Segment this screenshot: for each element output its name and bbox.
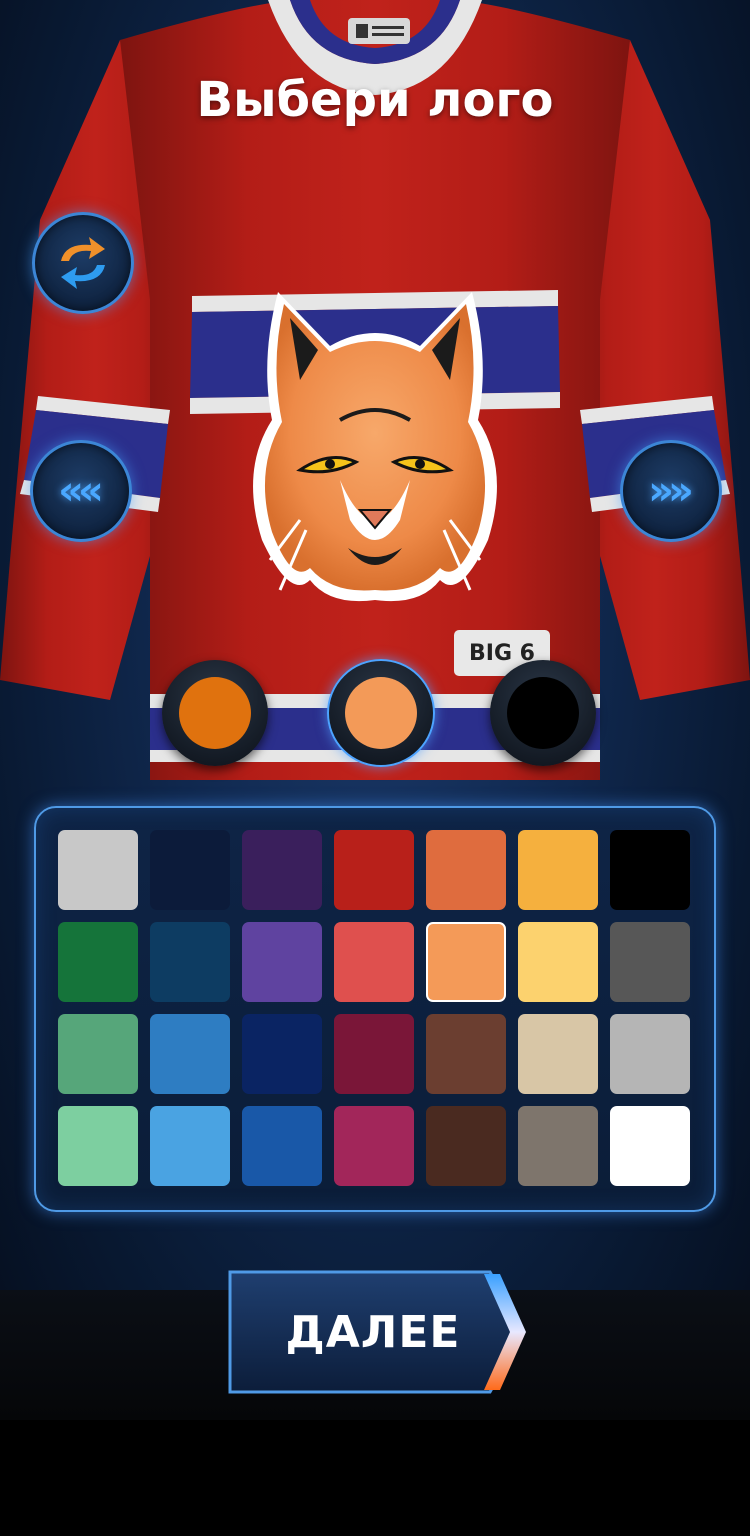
palette-swatch[interactable] [242,1106,322,1186]
logo-color-slot-3[interactable] [490,660,596,766]
palette-swatch[interactable] [426,922,506,1002]
palette-swatch[interactable] [610,1106,690,1186]
palette-swatch[interactable] [334,830,414,910]
palette-swatch[interactable] [610,922,690,1002]
palette-swatch[interactable] [242,922,322,1002]
palette-swatch[interactable] [242,1014,322,1094]
palette-swatch[interactable] [426,1106,506,1186]
logo-color-slot-1[interactable] [162,660,268,766]
palette-swatch[interactable] [334,1106,414,1186]
screen-title: Выбери лого [196,72,554,128]
palette-swatch[interactable] [426,830,506,910]
double-chevron-right-icon: »» [648,468,694,514]
color-palette-panel [34,806,716,1212]
palette-swatch[interactable] [242,830,322,910]
next-logo-button[interactable]: »» [620,440,722,542]
palette-swatch[interactable] [518,1014,598,1094]
palette-swatch[interactable] [610,1014,690,1094]
palette-swatch[interactable] [58,1106,138,1186]
palette-swatch[interactable] [150,1106,230,1186]
palette-swatch[interactable] [610,830,690,910]
next-button[interactable]: ДАЛЕЕ [228,1270,528,1394]
logo-color-slot-2[interactable] [327,659,435,767]
palette-swatch[interactable] [518,1106,598,1186]
palette-swatch[interactable] [150,922,230,1002]
lynx-logo [253,292,497,602]
swap-colors-button[interactable] [32,212,134,314]
color-palette-grid [58,830,690,1186]
palette-swatch[interactable] [58,1014,138,1094]
palette-swatch[interactable] [334,1014,414,1094]
palette-swatch[interactable] [518,922,598,1002]
double-chevron-left-icon: «« [58,468,104,514]
bottom-bar [0,1420,750,1536]
logo-color-1-dot [179,677,251,749]
prev-logo-button[interactable]: «« [30,440,132,542]
swap-arrows-icon [61,237,105,289]
palette-swatch[interactable] [58,922,138,1002]
palette-swatch[interactable] [150,1014,230,1094]
palette-swatch[interactable] [426,1014,506,1094]
logo-color-2-dot [345,677,417,749]
palette-swatch[interactable] [334,922,414,1002]
palette-swatch[interactable] [58,830,138,910]
logo-color-3-dot [507,677,579,749]
palette-swatch[interactable] [150,830,230,910]
next-button-label: ДАЛЕЕ [285,1306,461,1358]
palette-swatch[interactable] [518,830,598,910]
